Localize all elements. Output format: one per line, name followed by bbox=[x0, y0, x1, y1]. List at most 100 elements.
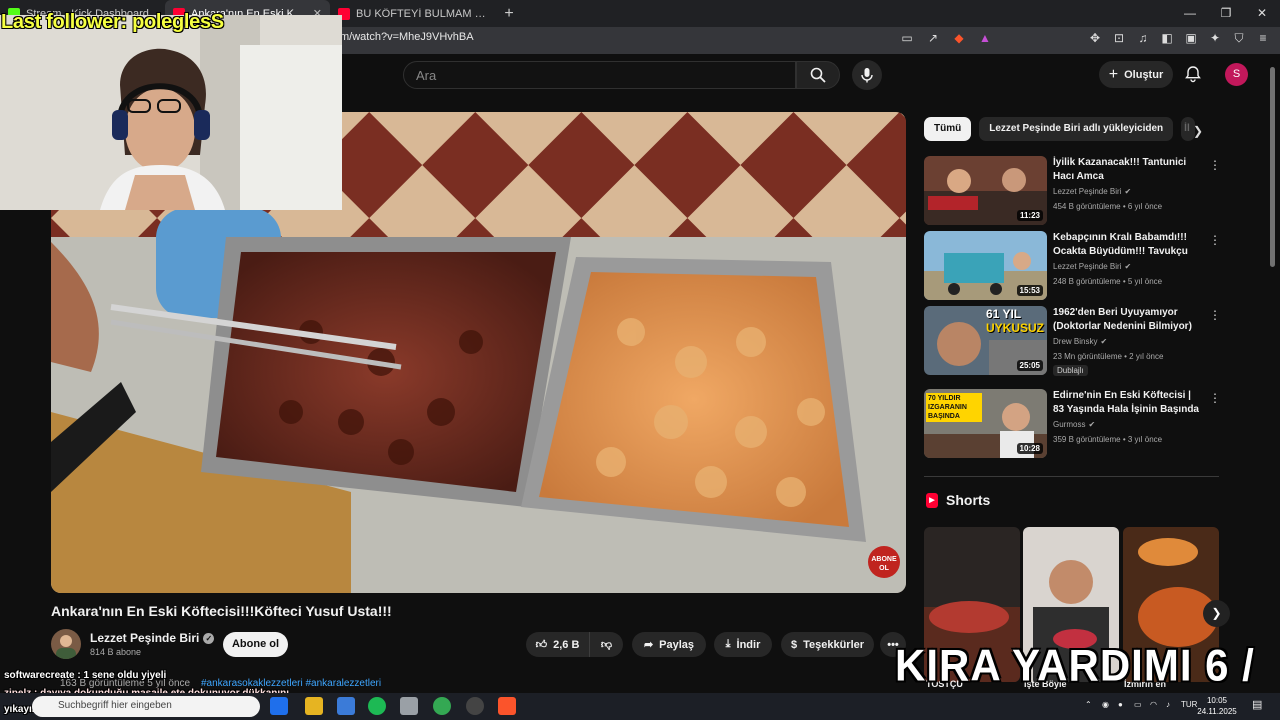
brave-rewards-icon[interactable]: ▲ bbox=[978, 31, 992, 45]
wallet-icon[interactable]: ▣ bbox=[1184, 31, 1198, 45]
network-icon[interactable]: ◠ bbox=[1150, 700, 1157, 709]
shorts-next-button[interactable]: ❯ bbox=[1203, 600, 1230, 627]
more-vertical-icon[interactable]: ⋮ bbox=[1209, 233, 1221, 247]
extensions-icon[interactable]: ✥ bbox=[1088, 31, 1102, 45]
plus-icon: + bbox=[1108, 65, 1119, 83]
search-icon bbox=[810, 67, 826, 83]
recommendation-meta: 23 Mn görüntüleme • 2 yıl önce bbox=[1053, 352, 1164, 361]
media-icon[interactable]: ♫ bbox=[1136, 31, 1150, 45]
leo-ai-icon[interactable]: ✦ bbox=[1208, 31, 1222, 45]
recommendation-item[interactable]: 70 YILDIR IZGARANIN BAŞINDA 10:28 Edirne… bbox=[924, 389, 1224, 459]
restore-icon[interactable]: ❐ bbox=[1208, 0, 1244, 27]
volume-icon[interactable]: ♪ bbox=[1166, 700, 1170, 709]
recommendation-title: 1962'den Beri Uyuyamıyor (Doktorlar Nede… bbox=[1053, 307, 1192, 332]
taskbar-search-input[interactable]: Suchbegriff hier eingeben bbox=[32, 696, 260, 717]
cast-icon[interactable]: ▭ bbox=[900, 31, 914, 45]
more-vertical-icon[interactable]: ⋮ bbox=[1209, 391, 1221, 405]
like-count: 2,6 B bbox=[553, 638, 580, 651]
sidebar-icon[interactable]: ◧ bbox=[1160, 31, 1174, 45]
chip-from-uploader[interactable]: Lezzet Peşinde Biri adlı yükleyiciden bbox=[979, 117, 1174, 141]
notifications-bell-icon[interactable] bbox=[1184, 65, 1202, 83]
recommendation-meta: 454 B görüntüleme • 6 yıl önce bbox=[1053, 202, 1163, 211]
video-title: Ankara'nın En Eski Köftecisi!!!Köfteci Y… bbox=[51, 603, 392, 619]
tray-app-icon[interactable]: ◉ bbox=[1102, 700, 1109, 709]
thumbnail-caption: 61 YIL bbox=[986, 307, 1022, 321]
menu-icon[interactable]: ≡ bbox=[1256, 31, 1270, 45]
subscriber-count: 814 B abone bbox=[90, 647, 142, 657]
verified-icon: ✔ bbox=[1100, 337, 1108, 346]
download-icon: ⤓ bbox=[725, 638, 731, 650]
section-divider bbox=[924, 476, 1219, 477]
channel-avatar[interactable] bbox=[51, 629, 81, 659]
search-input[interactable]: Ara bbox=[403, 61, 796, 89]
download-button[interactable]: ⤓ İndir bbox=[714, 632, 772, 657]
microphone-tray-icon[interactable]: ● bbox=[1118, 700, 1123, 709]
new-tab-button[interactable]: + bbox=[495, 5, 523, 23]
recommendation-channel: Gurmoss ✔ bbox=[1053, 420, 1095, 429]
subscribe-button[interactable]: Abone ol bbox=[223, 632, 288, 657]
duration-badge: 10:28 bbox=[1016, 443, 1043, 454]
more-vertical-icon[interactable]: ⋮ bbox=[1209, 158, 1221, 172]
recommendation-item[interactable]: 61 YIL UYKUSUZ 25:05 1962'den Beri Uyuya… bbox=[924, 306, 1224, 376]
shorts-heading-text: Shorts bbox=[946, 492, 991, 508]
brave-icon[interactable] bbox=[498, 697, 516, 715]
like-button[interactable]: 👍︎ 2,6 B bbox=[526, 632, 590, 657]
account-avatar[interactable]: S bbox=[1225, 63, 1248, 86]
verified-icon: ✔ bbox=[1088, 420, 1096, 429]
recommendation-channel: Lezzet Peşinde Biri ✔ bbox=[1053, 187, 1131, 196]
calculator-icon[interactable] bbox=[400, 697, 418, 715]
dubbed-badge: Dublajlı bbox=[1053, 365, 1088, 376]
clock-time: 10:05 bbox=[1206, 696, 1228, 705]
obs-icon[interactable] bbox=[466, 697, 484, 715]
thumbs-down-icon: 👎︎ bbox=[600, 639, 613, 651]
taskbar-clock[interactable]: 10:05 24.11.2025 bbox=[1197, 695, 1237, 717]
minimize-icon[interactable]: — bbox=[1172, 0, 1208, 27]
recommendation-item[interactable]: 15:53 Kebapçının Kralı Babamdı!!! Ocakta… bbox=[924, 231, 1224, 301]
filter-chips: Tümü Lezzet Peşinde Biri adlı yükleyicid… bbox=[924, 117, 1196, 141]
language-indicator[interactable]: TUR bbox=[1181, 700, 1197, 709]
mail-icon[interactable] bbox=[337, 697, 355, 715]
recommendation-item[interactable]: 11:23 İyilik Kazanacak!!! Tantunici Hacı… bbox=[924, 156, 1224, 226]
recommendation-title: Kebapçının Kralı Babamdı!!! Ocakta Büyüd… bbox=[1053, 232, 1188, 261]
thumbs-up-icon: 👍︎ bbox=[535, 639, 548, 651]
video-thumbnail: 11:23 bbox=[924, 156, 1047, 225]
page-scrollbar[interactable] bbox=[1270, 67, 1275, 267]
chip-all[interactable]: Tümü bbox=[924, 117, 972, 141]
tray-chevron-icon[interactable]: ⌃ bbox=[1085, 700, 1092, 709]
chevron-right-icon: ❯ bbox=[1211, 606, 1222, 620]
recommendation-title: Edirne'nin En Eski Köftecisi | 83 Yaşınd… bbox=[1053, 390, 1199, 415]
video-thumbnail: 61 YIL UYKUSUZ 25:05 bbox=[924, 306, 1047, 375]
chevron-right-icon[interactable]: ❯ bbox=[1193, 124, 1203, 138]
watermark-line-1: ABONE bbox=[871, 556, 897, 563]
voice-search-button[interactable] bbox=[852, 60, 882, 90]
address-bar-actions: ▭ ↗ ◆ ▲ bbox=[900, 31, 992, 45]
notifications-icon[interactable]: ▤ bbox=[1252, 698, 1262, 711]
recommendation-meta: 248 B görüntüleme • 5 yıl önce bbox=[1053, 277, 1163, 286]
share-button[interactable]: ➦ Paylaş bbox=[632, 632, 706, 657]
address-bar[interactable]: m/watch?v=MheJ9VHvhBA bbox=[340, 31, 474, 43]
video-thumbnail: 70 YILDIR IZGARANIN BAŞINDA 10:28 bbox=[924, 389, 1047, 458]
close-window-icon[interactable]: ✕ bbox=[1244, 0, 1280, 27]
brave-shield-icon[interactable]: ◆ bbox=[952, 31, 966, 45]
more-vertical-icon[interactable]: ⋮ bbox=[1209, 308, 1221, 322]
watermark-line-2: OL bbox=[879, 565, 889, 572]
dislike-button[interactable]: 👎︎ bbox=[590, 632, 623, 657]
recommendation-meta: 359 B görüntüleme • 3 yıl önce bbox=[1053, 435, 1163, 444]
channel-name[interactable]: Lezzet Peşinde Biri ✓ bbox=[90, 631, 215, 645]
screenshot-icon[interactable]: ⊡ bbox=[1112, 31, 1126, 45]
create-button[interactable]: + Oluştur bbox=[1099, 61, 1173, 88]
super-thanks-icon: $ bbox=[790, 638, 798, 651]
download-label: İndir bbox=[736, 638, 761, 651]
tab-youtube-other[interactable]: BU KÖFTEYİ BULMAM 50 YILIMI ALDI bbox=[330, 0, 495, 27]
share-page-icon[interactable]: ↗ bbox=[926, 31, 940, 45]
file-explorer-icon[interactable] bbox=[305, 697, 323, 715]
vpn-icon[interactable]: ⛉ bbox=[1232, 31, 1246, 45]
spotify-icon[interactable] bbox=[368, 697, 386, 715]
thanks-button[interactable]: $ Teşekkürler bbox=[781, 632, 874, 657]
last-follower-overlay: Last follower: poleglesS bbox=[1, 11, 224, 33]
search-button[interactable] bbox=[796, 61, 840, 89]
battery-icon[interactable]: ▭ bbox=[1134, 700, 1142, 709]
chrome-icon[interactable] bbox=[433, 697, 451, 715]
task-view-icon[interactable] bbox=[270, 697, 288, 715]
window-controls: — ❐ ✕ bbox=[1172, 0, 1280, 27]
